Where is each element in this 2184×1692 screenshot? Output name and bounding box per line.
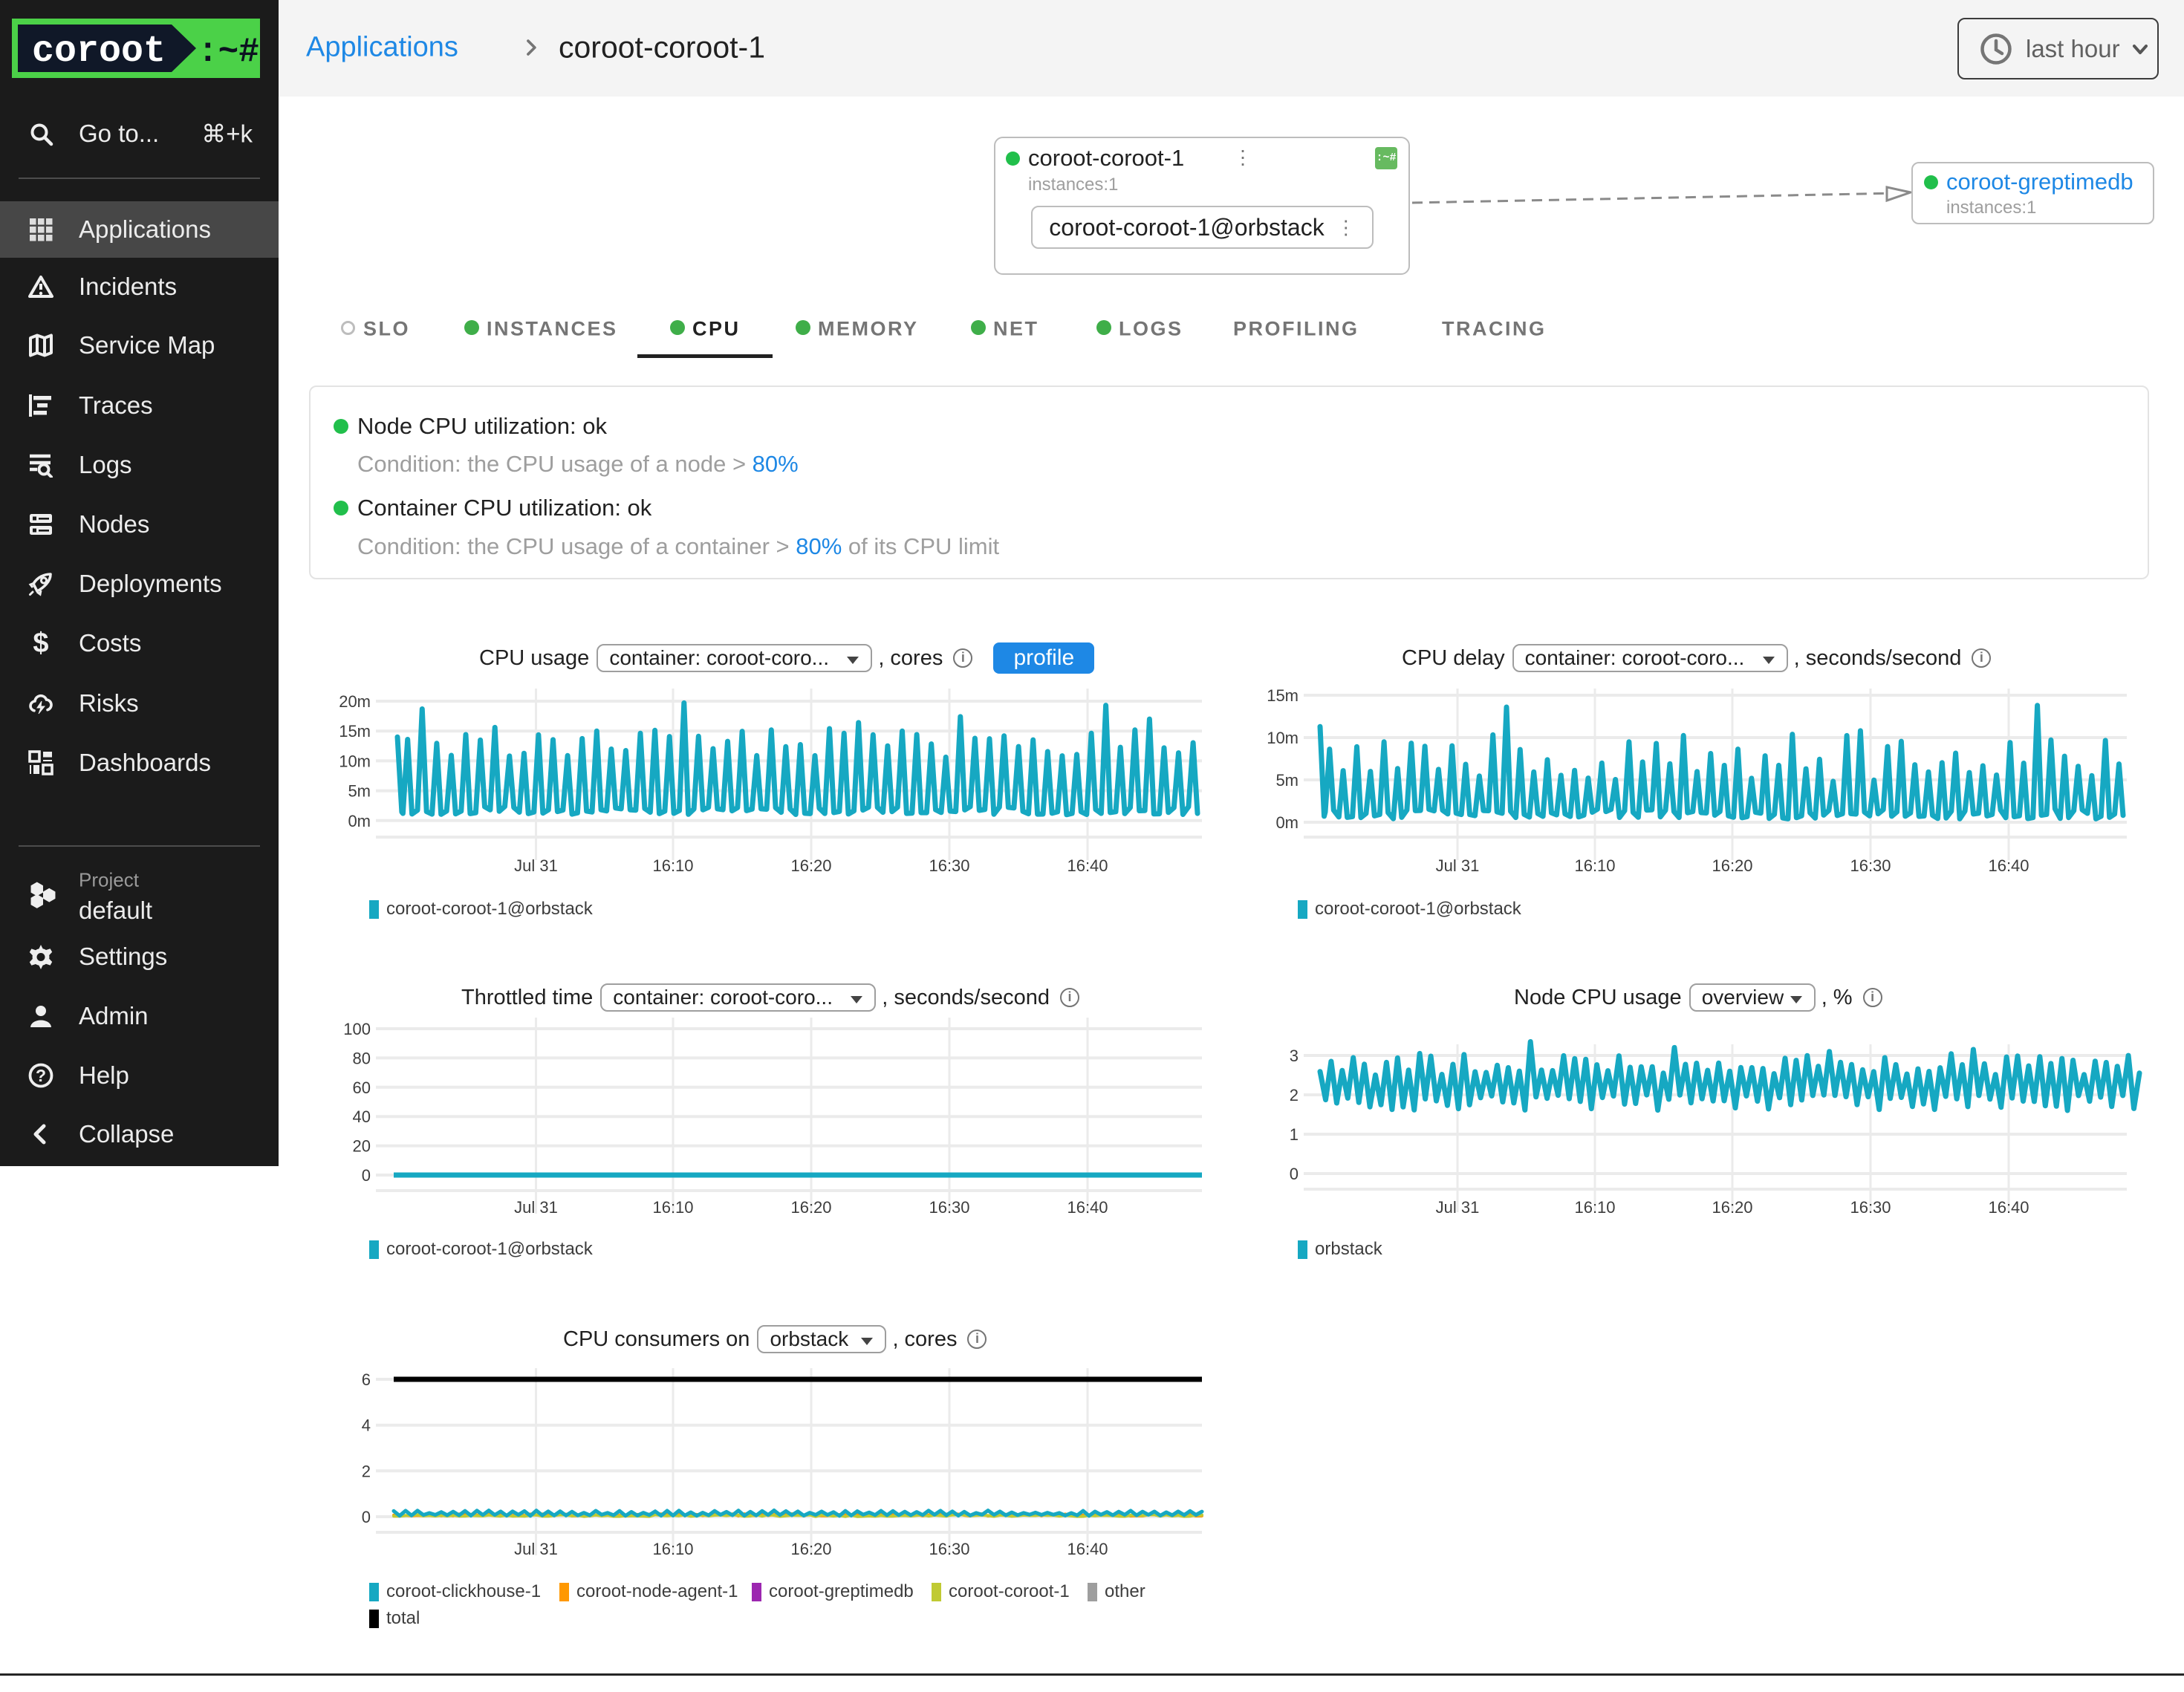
- svg-text:16:10: 16:10: [652, 1198, 693, 1217]
- svg-text:16:10: 16:10: [652, 856, 693, 875]
- svg-text:16:40: 16:40: [1067, 856, 1108, 875]
- svg-text:16:30: 16:30: [929, 1198, 969, 1217]
- svg-text:16:20: 16:20: [790, 1540, 831, 1558]
- svg-text:16:10: 16:10: [1574, 1198, 1615, 1217]
- svg-text:100: 100: [343, 1020, 371, 1038]
- svg-text:6: 6: [362, 1370, 371, 1389]
- svg-text:Jul 31: Jul 31: [1436, 856, 1480, 875]
- svg-text:16:10: 16:10: [1574, 856, 1615, 875]
- svg-text:10m: 10m: [339, 752, 371, 770]
- svg-text:16:40: 16:40: [1067, 1540, 1108, 1558]
- svg-text:16:30: 16:30: [1850, 1198, 1891, 1217]
- svg-text:16:40: 16:40: [1988, 1198, 2029, 1217]
- svg-text:?: ?: [36, 1066, 46, 1085]
- svg-text:$: $: [33, 631, 48, 656]
- svg-text:0m: 0m: [348, 812, 371, 830]
- svg-text:coroot: coroot: [32, 30, 166, 73]
- svg-text:40: 40: [353, 1107, 371, 1126]
- svg-text:20: 20: [353, 1137, 371, 1156]
- svg-text:16:20: 16:20: [1712, 1198, 1752, 1217]
- svg-text:16:20: 16:20: [1712, 856, 1752, 875]
- svg-text:2: 2: [1290, 1086, 1299, 1104]
- svg-text:16:10: 16:10: [652, 1540, 693, 1558]
- svg-text::~#: :~#: [198, 33, 259, 71]
- svg-text:3: 3: [1290, 1047, 1299, 1065]
- svg-text:16:30: 16:30: [929, 856, 969, 875]
- svg-text:15m: 15m: [339, 722, 371, 741]
- svg-text:10m: 10m: [1267, 729, 1299, 747]
- svg-text:16:40: 16:40: [1988, 856, 2029, 875]
- svg-text:2: 2: [362, 1462, 371, 1480]
- svg-text:Jul 31: Jul 31: [514, 1198, 558, 1217]
- svg-text:5m: 5m: [348, 782, 371, 801]
- svg-text:16:20: 16:20: [790, 1198, 831, 1217]
- svg-text:0m: 0m: [1275, 813, 1299, 832]
- svg-text:16:40: 16:40: [1067, 1198, 1108, 1217]
- svg-text:5m: 5m: [1275, 771, 1299, 790]
- svg-text:60: 60: [353, 1078, 371, 1097]
- svg-text:16:20: 16:20: [790, 856, 831, 875]
- svg-text:Jul 31: Jul 31: [1436, 1198, 1480, 1217]
- svg-text:0: 0: [362, 1166, 371, 1185]
- svg-text:Jul 31: Jul 31: [514, 856, 558, 875]
- svg-text:20m: 20m: [339, 692, 371, 711]
- svg-text:15m: 15m: [1267, 686, 1299, 705]
- svg-text:80: 80: [353, 1049, 371, 1067]
- svg-text:4: 4: [362, 1416, 371, 1435]
- svg-text:0: 0: [362, 1508, 371, 1526]
- svg-text:1: 1: [1290, 1125, 1299, 1144]
- svg-text:0: 0: [1290, 1165, 1299, 1183]
- svg-text:16:30: 16:30: [929, 1540, 969, 1558]
- svg-text:Jul 31: Jul 31: [514, 1540, 558, 1558]
- svg-text:16:30: 16:30: [1850, 856, 1891, 875]
